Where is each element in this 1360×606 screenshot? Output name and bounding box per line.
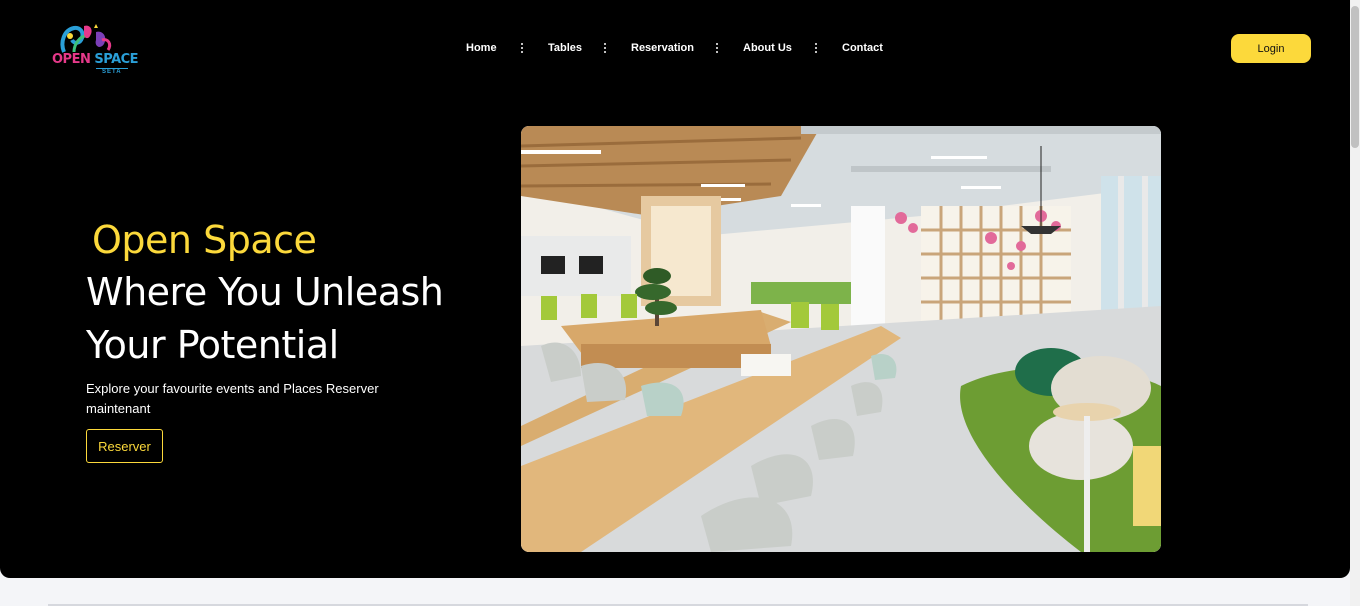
hero-section: OPEN SPACE SETA Home Tables Reservation …: [0, 0, 1350, 578]
nav-reservation[interactable]: Reservation: [631, 42, 694, 54]
hero-title-line-1: Where You Unleash: [86, 270, 444, 314]
logo-word-space: SPACE: [94, 52, 139, 67]
nav-separator-icon: [604, 43, 606, 55]
hero-subtitle: Explore your favourite events and Places…: [86, 381, 379, 416]
nav-about-us[interactable]: About Us: [743, 42, 792, 54]
nav-separator-icon: [815, 43, 817, 55]
logo[interactable]: OPEN SPACE SETA: [50, 22, 150, 78]
hero-title-line-2: Your Potential: [86, 323, 339, 367]
logo-subtext: SETA: [96, 68, 128, 75]
hero-accent-title: Open Space: [92, 218, 317, 262]
coworking-office-photo: [521, 126, 1161, 552]
nav-home[interactable]: Home: [466, 42, 497, 54]
reserve-button[interactable]: Reserver: [86, 429, 163, 463]
nav-tables[interactable]: Tables: [548, 42, 582, 54]
scrollbar-thumb[interactable]: [1351, 6, 1359, 148]
nav-separator-icon: [521, 43, 523, 55]
page: OPEN SPACE SETA Home Tables Reservation …: [0, 0, 1360, 606]
nav-contact[interactable]: Contact: [842, 42, 883, 54]
page-scrollbar[interactable]: [1350, 0, 1360, 606]
logo-word-open: OPEN: [52, 52, 91, 67]
chameleon-logo-icon: [60, 24, 112, 53]
nav-separator-icon: [716, 43, 718, 55]
login-button[interactable]: Login: [1231, 34, 1311, 63]
